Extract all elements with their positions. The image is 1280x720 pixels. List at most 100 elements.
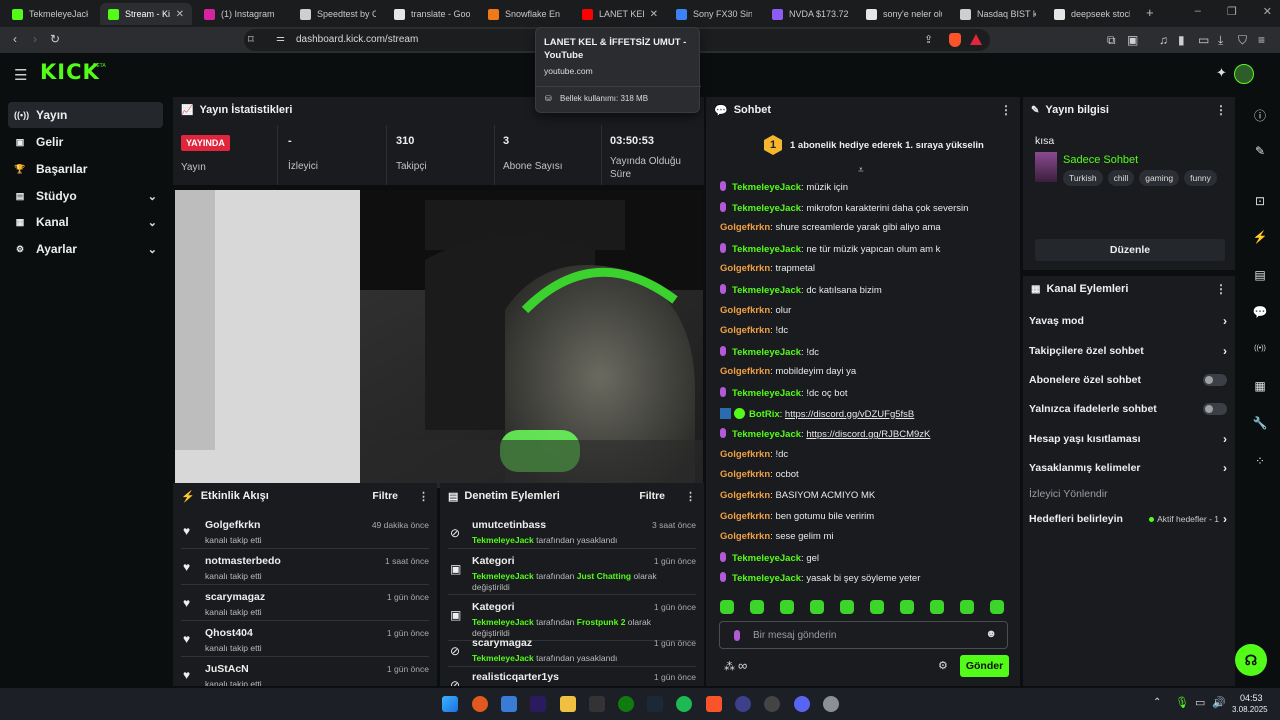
browser-tab[interactable]: Snowflake En bbox=[480, 3, 572, 25]
chat-link[interactable]: https://discord.gg/RJBCM9zK bbox=[806, 429, 930, 440]
extensions-icon[interactable]: ⧉ bbox=[1107, 33, 1116, 48]
moderation-target[interactable]: Kategori bbox=[472, 601, 515, 613]
collapse-pinned-icon[interactable]: ⩡ bbox=[858, 165, 864, 176]
rewards-icon[interactable] bbox=[970, 34, 982, 45]
sidebar-item-3[interactable]: ▤ Stüdyo ⌄ bbox=[8, 183, 163, 209]
tray-network-icon[interactable]: ▭ bbox=[1195, 696, 1205, 709]
emote-icon[interactable] bbox=[990, 600, 1004, 614]
app-icon-2[interactable] bbox=[501, 696, 517, 712]
emote-icon[interactable] bbox=[870, 600, 884, 614]
epic-icon[interactable] bbox=[589, 696, 605, 712]
sidebar-item-0[interactable]: ((•)) Yayın bbox=[8, 102, 163, 128]
stream-preview[interactable] bbox=[175, 190, 703, 488]
channel-actions-menu-icon[interactable]: ⋮ bbox=[1215, 282, 1227, 296]
app-icon-1[interactable] bbox=[472, 696, 488, 712]
toggle-switch[interactable] bbox=[1203, 374, 1227, 386]
moderation-filter-button[interactable]: Filtre bbox=[639, 490, 665, 502]
emote-icon[interactable] bbox=[930, 600, 944, 614]
emote-icon[interactable] bbox=[750, 600, 764, 614]
bolt-icon[interactable]: ⚡ bbox=[1252, 229, 1268, 245]
chat-username[interactable]: TekmeleyeJack bbox=[732, 182, 801, 193]
steam-icon[interactable] bbox=[647, 696, 663, 712]
send-button[interactable]: Gönder bbox=[960, 655, 1009, 677]
chat-username[interactable]: TekmeleyeJack bbox=[732, 388, 801, 399]
music-icon[interactable]: ♫ bbox=[1159, 33, 1168, 47]
activity-user[interactable]: JuStAcN bbox=[205, 663, 249, 675]
chat-username[interactable]: TekmeleyeJack bbox=[732, 429, 801, 440]
toggle-switch[interactable] bbox=[1203, 403, 1227, 415]
browser-tab[interactable]: Stream - Kick ✕ bbox=[100, 3, 192, 25]
brave-shield-icon[interactable] bbox=[949, 33, 961, 47]
chat-username[interactable]: TekmeleyeJack bbox=[732, 203, 801, 214]
chat-username[interactable]: Golgefkrkn bbox=[720, 531, 770, 542]
sidebar-item-1[interactable]: ▣ Gelir bbox=[8, 129, 163, 155]
infinity-icon[interactable]: ∞ bbox=[738, 658, 747, 673]
maximize-button[interactable]: ❐ bbox=[1227, 5, 1237, 18]
moderator-name[interactable]: TekmeleyeJack bbox=[472, 535, 534, 545]
url-text[interactable]: dashboard.kick.com/stream bbox=[296, 34, 418, 45]
tray-chevron-icon[interactable]: ⌃ bbox=[1153, 697, 1161, 708]
chat-username[interactable]: Golgefkrkn bbox=[720, 305, 770, 316]
emote-icon[interactable] bbox=[780, 600, 794, 614]
activity-user[interactable]: notmasterbedo bbox=[205, 555, 281, 567]
menu-icon[interactable]: ≡ bbox=[1258, 33, 1265, 47]
moderation-target[interactable]: umutcetinbass bbox=[472, 519, 546, 531]
settings-icon[interactable] bbox=[823, 696, 839, 712]
edit-button[interactable]: Düzenle bbox=[1035, 239, 1225, 261]
clock-time[interactable]: 04:53 bbox=[1240, 693, 1263, 703]
activity-menu-icon[interactable]: ⋮ bbox=[418, 490, 429, 503]
dots-icon[interactable]: ⁘ bbox=[1252, 453, 1268, 469]
support-chat-button[interactable]: ☊ bbox=[1235, 644, 1267, 676]
activity-user[interactable]: Golgefkrkn bbox=[205, 519, 260, 531]
category-link[interactable]: Sadece Sohbet bbox=[1063, 154, 1138, 166]
brave-icon[interactable] bbox=[706, 696, 722, 712]
tag-pill[interactable]: funny bbox=[1184, 170, 1217, 186]
shared-chat-icon[interactable]: ⁂ bbox=[724, 660, 735, 673]
chat-username[interactable]: Golgefkrkn bbox=[720, 469, 770, 480]
chat-username[interactable]: TekmeleyeJack bbox=[732, 347, 801, 358]
close-tab-icon[interactable]: ✕ bbox=[650, 9, 658, 20]
vpn-icon[interactable]: ⛉ bbox=[1238, 33, 1247, 48]
moderation-target[interactable]: realisticqarter1ys bbox=[472, 671, 559, 683]
clock-date[interactable]: 3.08.2025 bbox=[1232, 705, 1268, 714]
emoji-icon[interactable]: ☻ bbox=[985, 628, 997, 640]
chat-username[interactable]: BotRix bbox=[749, 409, 780, 420]
sidebar-item-5[interactable]: ⚙ Ayarlar ⌄ bbox=[8, 236, 163, 262]
xbox-icon[interactable] bbox=[618, 696, 634, 712]
chat-username[interactable]: TekmeleyeJack bbox=[732, 553, 801, 564]
emote-icon[interactable] bbox=[900, 600, 914, 614]
channel-action-row[interactable]: Yasaklanmış kelimeler › bbox=[1029, 457, 1227, 479]
channel-action-row[interactable]: Hedefleri belirleyin Aktif hedefler - 1 › bbox=[1029, 508, 1227, 530]
activity-filter-button[interactable]: Filtre bbox=[372, 490, 398, 502]
browser-tab[interactable]: sony'e neler oluy bbox=[858, 3, 950, 25]
moderator-name[interactable]: TekmeleyeJack bbox=[472, 571, 534, 581]
avatar[interactable] bbox=[1234, 64, 1254, 84]
chat-username[interactable]: Golgefkrkn bbox=[720, 263, 770, 274]
chat-username[interactable]: Golgefkrkn bbox=[720, 366, 770, 377]
emote-icon[interactable] bbox=[960, 600, 974, 614]
ai-sparkle-icon[interactable]: ✦ bbox=[1216, 65, 1227, 81]
tray-volume-icon[interactable]: 🔊 bbox=[1212, 696, 1226, 709]
folder-icon[interactable] bbox=[560, 696, 576, 712]
browser-tab[interactable]: TekmeleyeJack St bbox=[4, 3, 96, 25]
emote-icon[interactable] bbox=[720, 600, 734, 614]
emote-icon[interactable] bbox=[840, 600, 854, 614]
share-icon[interactable]: ⇪ bbox=[924, 33, 933, 46]
chevron-down-icon[interactable]: ⌄ bbox=[148, 216, 157, 229]
moderator-name[interactable]: TekmeleyeJack bbox=[472, 653, 534, 663]
chat-settings-icon[interactable]: ⚙ bbox=[938, 659, 948, 672]
downloads-icon[interactable]: ⤓ bbox=[1218, 33, 1223, 48]
chat-icon[interactable]: 💬 bbox=[1252, 304, 1268, 320]
obs-icon[interactable] bbox=[764, 696, 780, 712]
discord-icon[interactable] bbox=[794, 696, 810, 712]
screenshot-icon[interactable]: ▣ bbox=[1127, 33, 1138, 47]
clipboard-icon[interactable]: ▤ bbox=[1252, 267, 1268, 283]
activity-user[interactable]: Qhost404 bbox=[205, 627, 253, 639]
tag-pill[interactable]: chill bbox=[1107, 170, 1135, 186]
pinned-sub-banner[interactable]: 1 1 abonelik hediye ederek 1. sıraya yük… bbox=[764, 135, 984, 155]
browser-tab[interactable]: Sony FX30 Sinem bbox=[668, 3, 760, 25]
chat-username[interactable]: TekmeleyeJack bbox=[732, 285, 801, 296]
sidebar-toggle-icon[interactable]: ▮ bbox=[1178, 33, 1185, 47]
tray-mic-icon[interactable]: 🎙 bbox=[1175, 696, 1189, 709]
activity-user[interactable]: scarymagaz bbox=[205, 591, 265, 603]
